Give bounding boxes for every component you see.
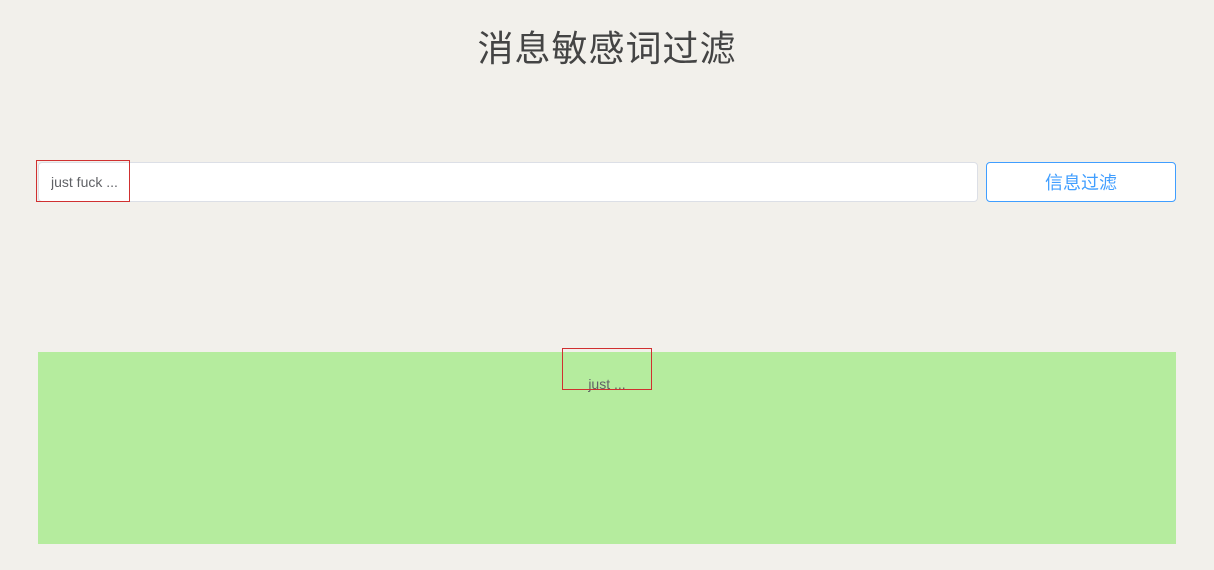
message-input[interactable]	[38, 162, 978, 202]
result-text: just ...	[568, 366, 645, 402]
input-wrapper	[38, 162, 978, 202]
input-row: 信息过滤	[38, 162, 1176, 202]
result-panel: just ...	[38, 352, 1176, 544]
page-container: 消息敏感词过滤 信息过滤 just ...	[0, 0, 1214, 544]
filter-button[interactable]: 信息过滤	[986, 162, 1176, 202]
page-title: 消息敏感词过滤	[38, 20, 1176, 72]
